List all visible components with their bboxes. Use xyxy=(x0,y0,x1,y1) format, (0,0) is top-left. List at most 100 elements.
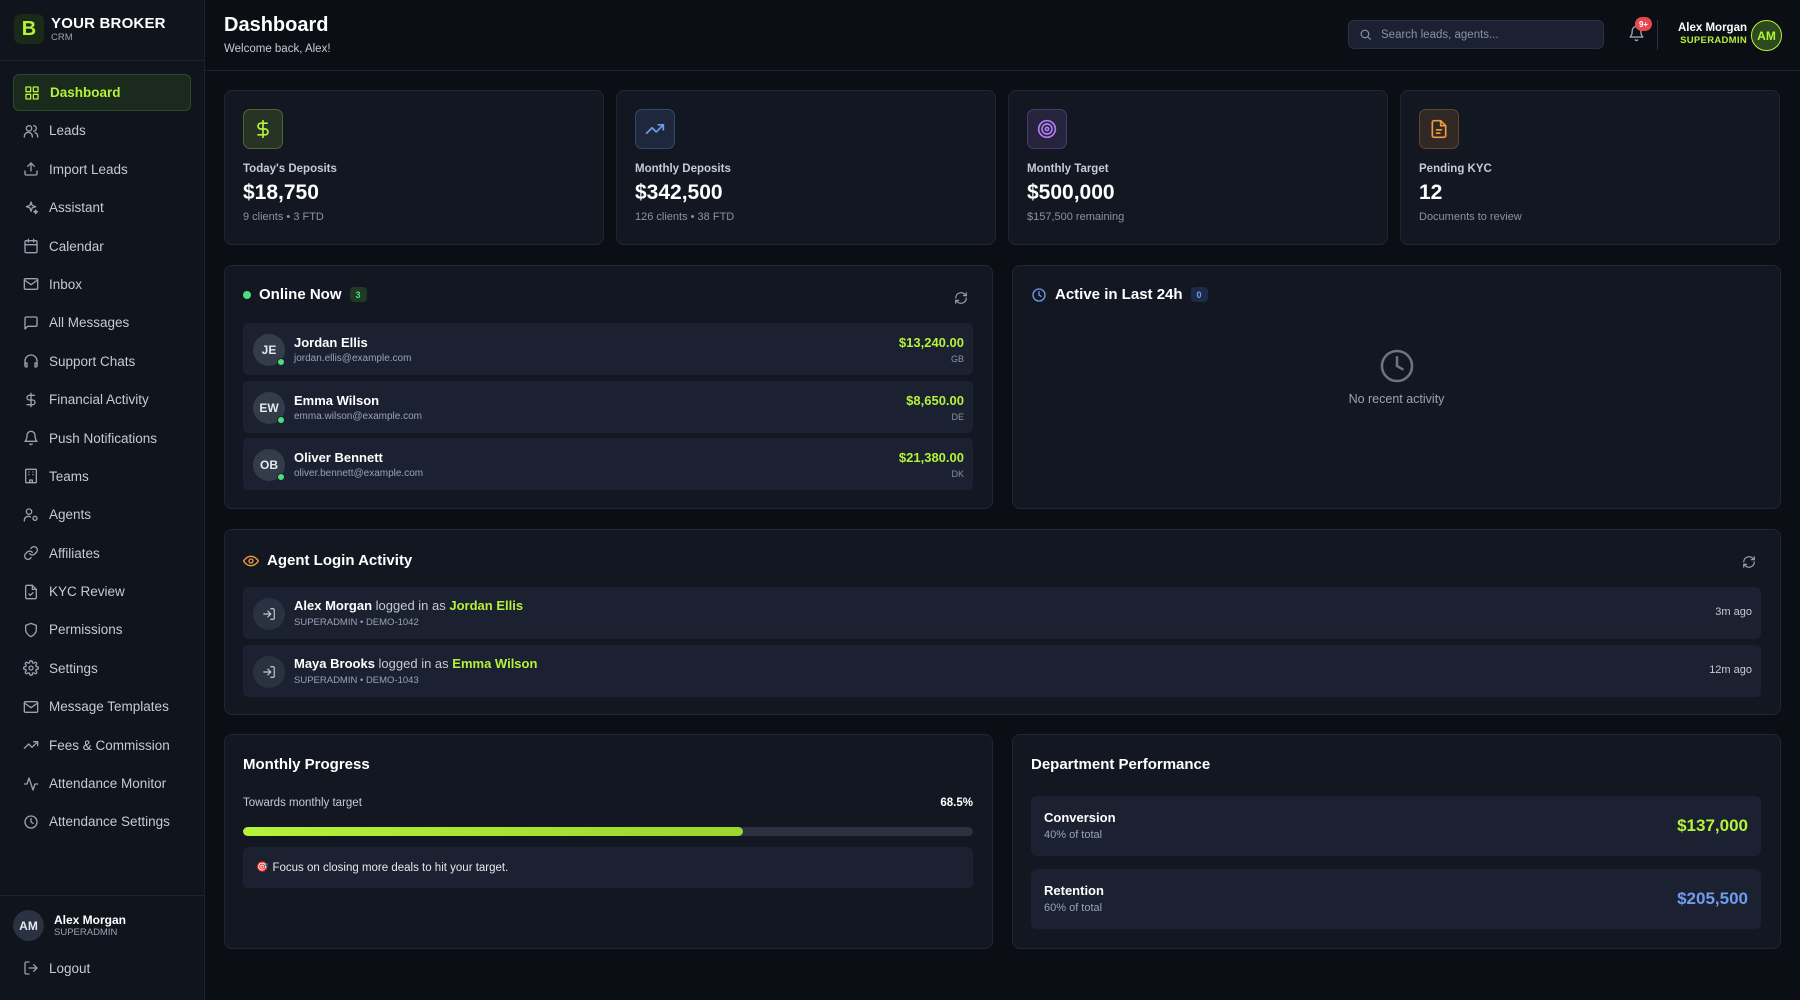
link-icon xyxy=(23,545,39,561)
department-share: 40% of total xyxy=(1044,829,1103,841)
sidebar-item-attendance-monitor[interactable]: Attendance Monitor xyxy=(13,765,191,802)
online-client-row[interactable]: EW Emma Wilson emma.wilson@example.com $8,6… xyxy=(243,380,973,433)
sidebar-item-settings[interactable]: Settings xyxy=(13,650,191,687)
sidebar-item-label: Attendance Monitor xyxy=(49,776,167,792)
login-activity-row[interactable]: Alex Morgan logged in as Jordan Ellis SUP… xyxy=(243,587,1761,639)
activity-icon xyxy=(23,776,39,792)
user-cog-icon xyxy=(23,507,39,523)
sidebar-user[interactable]: AM Alex Morgan SUPERADMIN xyxy=(13,910,126,941)
refresh-icon[interactable] xyxy=(954,291,968,305)
logged-in-as-text: logged in as xyxy=(375,598,446,613)
sidebar-item-kyc-review[interactable]: KYC Review xyxy=(13,573,191,610)
sidebar-item-inbox[interactable]: Inbox xyxy=(13,266,191,303)
client-balance: $21,380.00 xyxy=(898,450,964,465)
sidebar-item-calendar[interactable]: Calendar xyxy=(13,228,191,265)
online-client-row[interactable]: JE Jordan Ellis jordan.ellis@example.com $1… xyxy=(243,323,973,375)
department-row-conversion: Conversion 40% of total $137,000 xyxy=(1031,796,1761,856)
login-line: Alex Morgan logged in as Jordan Ellis xyxy=(294,598,523,613)
tip-text: Focus on closing more deals to hit your … xyxy=(272,861,509,874)
header-user-role: SUPERADMIN xyxy=(1680,35,1747,46)
agent-login-title: Agent Login Activity xyxy=(243,552,412,569)
logged-in-as-text: logged in as xyxy=(378,655,449,671)
message-square-icon xyxy=(23,315,39,331)
department-share: 60% of total xyxy=(1044,902,1103,914)
online-count-badge: 3 xyxy=(349,287,367,302)
sidebar-item-support-chats[interactable]: Support Chats xyxy=(13,343,191,380)
stat-icon-box xyxy=(1419,109,1459,149)
online-now-label: Online Now xyxy=(259,286,342,303)
mail-icon xyxy=(23,276,39,292)
sidebar-item-label: Assistant xyxy=(49,200,104,216)
logout-button[interactable]: Logout xyxy=(23,960,90,976)
sidebar-item-label: KYC Review xyxy=(49,584,125,600)
stat-icon-box xyxy=(1027,109,1067,149)
empty-state-text: No recent activity xyxy=(1348,392,1445,406)
stat-value: $500,000 xyxy=(1027,181,1115,204)
sidebar-item-leads[interactable]: Leads xyxy=(13,112,191,149)
active-24h-label: Active in Last 24h xyxy=(1055,286,1183,303)
client-country: DK xyxy=(951,469,964,479)
stat-label: Pending KYC xyxy=(1419,163,1492,175)
sidebar-item-push-notifications[interactable]: Push Notifications xyxy=(13,420,191,457)
department-card: Department Performance Conversion 40% of … xyxy=(1012,734,1781,949)
sidebar-item-assistant[interactable]: Assistant xyxy=(13,189,191,226)
sidebar-item-label: Agents xyxy=(49,507,92,523)
client-balance: $8,650.00 xyxy=(906,392,964,408)
sidebar-item-fees-commission[interactable]: Fees & Commission xyxy=(13,727,191,764)
page-subtitle: Welcome back, Alex! xyxy=(224,43,331,55)
sidebar-item-all-messages[interactable]: All Messages xyxy=(13,304,191,341)
sidebar-item-teams[interactable]: Teams xyxy=(13,458,191,495)
search-input[interactable] xyxy=(1381,28,1591,41)
headset-icon xyxy=(23,353,39,369)
stat-label: Monthly Deposits xyxy=(635,163,731,175)
sidebar-item-affiliates[interactable]: Affiliates xyxy=(13,535,191,572)
brand[interactable]: B YOUR BROKER CRM xyxy=(14,14,166,44)
header-user-name: Alex Morgan xyxy=(1677,22,1747,34)
login-icon xyxy=(253,655,285,688)
brand-name: YOUR BROKER xyxy=(51,14,166,32)
file-icon xyxy=(1429,119,1449,139)
online-now-card: Online Now 3 JE Jordan Ellis jordan.ellis@… xyxy=(224,265,993,509)
bell-icon xyxy=(23,430,39,446)
impersonated-client[interactable]: Emma Wilson xyxy=(452,656,537,671)
sidebar-item-label: Inbox xyxy=(49,276,83,292)
avatar[interactable]: AM xyxy=(1751,20,1782,51)
sidebar-item-financial-activity[interactable]: Financial Activity xyxy=(13,381,191,418)
online-status-dot xyxy=(277,415,285,424)
client-country: GB xyxy=(950,354,964,364)
stat-value: 12 xyxy=(1419,181,1443,204)
sidebar-user-name: Alex Morgan xyxy=(54,912,127,927)
agent-name: Alex Morgan xyxy=(294,598,373,613)
brand-logo: B xyxy=(14,14,44,44)
impersonated-client[interactable]: Jordan Ellis xyxy=(449,598,523,613)
calendar-icon xyxy=(23,238,39,254)
sidebar-item-dashboard[interactable]: Dashboard xyxy=(13,74,191,111)
login-activity-row[interactable]: Maya Brooks logged in as Emma Wilson SUPE… xyxy=(243,644,1761,697)
sidebar-item-attendance-settings[interactable]: Attendance Settings xyxy=(13,803,191,840)
logout-icon xyxy=(23,960,39,976)
login-meta: SUPERADMIN • DEMO-1043 xyxy=(294,674,419,686)
client-country: DE xyxy=(951,411,964,422)
search-box[interactable] xyxy=(1348,20,1604,49)
active-24h-title: Active in Last 24h 0 xyxy=(1031,286,1208,303)
stat-card-monthly-deposits: Monthly Deposits $342,500 126 clients • 38… xyxy=(616,90,996,245)
refresh-icon[interactable] xyxy=(1742,555,1756,569)
sidebar-item-label: Permissions xyxy=(49,622,123,638)
stat-sub: $157,500 remaining xyxy=(1027,211,1125,223)
sidebar-item-label: Support Chats xyxy=(49,353,136,369)
header-user[interactable]: Alex Morgan SUPERADMIN xyxy=(1678,21,1747,47)
online-client-row[interactable]: OB Oliver Bennett oliver.bennett@example.c… xyxy=(243,438,973,490)
users-icon xyxy=(23,123,39,139)
sidebar-item-permissions[interactable]: Permissions xyxy=(13,611,191,648)
sidebar-item-agents[interactable]: Agents xyxy=(13,496,191,533)
progress-label: Towards monthly target xyxy=(243,797,362,809)
sidebar-item-message-templates[interactable]: Message Templates xyxy=(13,688,191,725)
building-icon xyxy=(23,468,39,484)
department-name: Conversion xyxy=(1044,810,1116,825)
progress-bar xyxy=(243,827,973,836)
notification-badge: 9+ xyxy=(1635,17,1652,31)
dashboard-icon xyxy=(24,85,40,101)
active-24h-card: Active in Last 24h 0 No recent activity xyxy=(1012,265,1781,509)
stat-card-monthly-target: Monthly Target $500,000 $157,500 remaining xyxy=(1008,90,1388,245)
sidebar-item-import-leads[interactable]: Import Leads xyxy=(13,151,191,188)
